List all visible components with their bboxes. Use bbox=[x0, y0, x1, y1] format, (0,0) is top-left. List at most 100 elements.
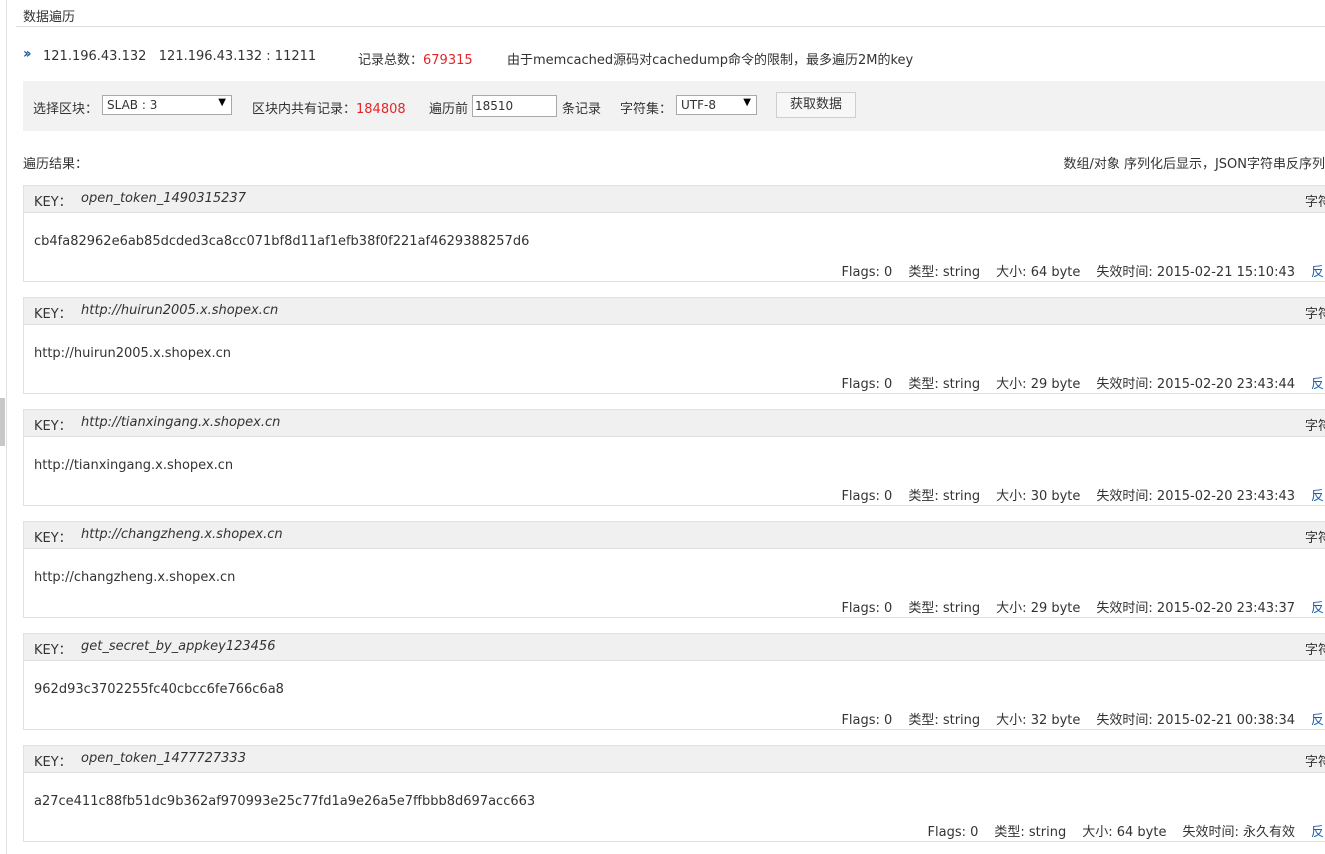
size-field: 大小: 30 byte bbox=[996, 489, 1080, 504]
size-label: 大小: bbox=[996, 265, 1031, 280]
fetch-data-button[interactable]: 获取数据 bbox=[776, 92, 856, 118]
flags-field: Flags: 0 bbox=[841, 489, 892, 504]
result-card-header: KEY： http://tianxingang.x.shopex.cn 字符 bbox=[24, 410, 1325, 437]
type-field: 类型: string bbox=[908, 489, 980, 504]
key-name: http://tianxingang.x.shopex.cn bbox=[81, 415, 281, 430]
result-card: KEY： http://changzheng.x.shopex.cn 字符 ht… bbox=[23, 521, 1325, 618]
flags-value: 0 bbox=[970, 825, 979, 840]
traverse-count-input[interactable]: 18510 bbox=[472, 95, 557, 117]
key-label: KEY： bbox=[34, 531, 72, 546]
expire-label: 失效时间: bbox=[1096, 377, 1157, 392]
flags-label: Flags: bbox=[841, 377, 885, 392]
charset-label: 字符集： bbox=[620, 102, 673, 117]
flags-label: Flags: bbox=[927, 825, 971, 840]
slab-label: 选择区块： bbox=[33, 102, 99, 117]
key-label: KEY： bbox=[34, 419, 72, 434]
size-field: 大小: 64 byte bbox=[996, 265, 1080, 280]
result-card: KEY： http://huirun2005.x.shopex.cn 字符 ht… bbox=[23, 297, 1325, 394]
charset-link[interactable]: 字符 bbox=[1305, 639, 1325, 658]
type-label: 类型: bbox=[994, 825, 1029, 840]
size-value: 29 byte bbox=[1030, 377, 1081, 392]
type-field: 类型: string bbox=[908, 713, 980, 728]
slab-select[interactable]: SLAB : 3 ▼ bbox=[102, 95, 232, 115]
charset-select[interactable]: UTF-8 ▼ bbox=[676, 95, 757, 115]
key-meta: Flags: 0 类型: string 大小: 29 byte 失效时间: 2015-… bbox=[825, 373, 1324, 392]
type-label: 类型: bbox=[908, 713, 943, 728]
expire-value: 2015-02-20 23:43:43 bbox=[1156, 489, 1295, 504]
charset-link[interactable]: 字符 bbox=[1305, 415, 1325, 434]
key-value: http://huirun2005.x.shopex.cn bbox=[34, 346, 231, 361]
result-card-header: KEY： http://huirun2005.x.shopex.cn 字符 bbox=[24, 298, 1325, 325]
reverse-link[interactable]: 反 bbox=[1311, 261, 1324, 280]
flags-label: Flags: bbox=[841, 713, 885, 728]
type-value: string bbox=[942, 713, 981, 728]
type-field: 类型: string bbox=[994, 825, 1066, 840]
expire-field: 失效时间: 2015-02-20 23:43:43 bbox=[1096, 489, 1295, 504]
expire-field: 失效时间: 2015-02-20 23:43:44 bbox=[1096, 377, 1295, 392]
size-field: 大小: 64 byte bbox=[1082, 825, 1166, 840]
size-field: 大小: 29 byte bbox=[996, 377, 1080, 392]
key-name: http://huirun2005.x.shopex.cn bbox=[81, 303, 279, 318]
charset-link[interactable]: 字符 bbox=[1305, 527, 1325, 546]
total-records: 记录总数：679315 bbox=[358, 49, 473, 68]
reverse-link[interactable]: 反 bbox=[1311, 373, 1324, 392]
flags-value: 0 bbox=[884, 265, 893, 280]
charset-select-value: UTF-8 bbox=[681, 98, 716, 112]
dropdown-arrow-icon: ▼ bbox=[743, 97, 751, 108]
total-records-label: 记录总数： bbox=[358, 53, 424, 68]
key-name: open_token_1477727333 bbox=[81, 751, 246, 766]
block-records-value: 184808 bbox=[356, 102, 406, 117]
key-value: http://changzheng.x.shopex.cn bbox=[34, 570, 236, 585]
expire-label: 失效时间: bbox=[1182, 825, 1243, 840]
result-card-header: KEY： get_secret_by_appkey123456 字符 bbox=[24, 634, 1325, 661]
expire-value: 2015-02-21 15:10:43 bbox=[1156, 265, 1295, 280]
reverse-link[interactable]: 反 bbox=[1311, 709, 1324, 728]
expire-label: 失效时间: bbox=[1096, 713, 1157, 728]
size-field: 大小: 32 byte bbox=[996, 713, 1080, 728]
key-label: KEY： bbox=[34, 643, 72, 658]
key-value: a27ce411c88fb51dc9b362af970993e25c77fd1a… bbox=[34, 794, 536, 809]
size-label: 大小: bbox=[996, 713, 1031, 728]
dropdown-arrow-icon: ▼ bbox=[218, 97, 226, 108]
charset-link[interactable]: 字符 bbox=[1305, 191, 1325, 210]
size-value: 29 byte bbox=[1030, 601, 1081, 616]
block-records: 区块内共有记录：184808 bbox=[252, 98, 406, 117]
key-meta: Flags: 0 类型: string 大小: 32 byte 失效时间: 2015-… bbox=[825, 709, 1324, 728]
key-value: 962d93c3702255fc40cbcc6fe766c6a8 bbox=[34, 682, 284, 697]
reverse-link[interactable]: 反 bbox=[1311, 485, 1324, 504]
expire-label: 失效时间: bbox=[1096, 601, 1157, 616]
flags-value: 0 bbox=[884, 377, 893, 392]
type-label: 类型: bbox=[908, 601, 943, 616]
charset-link[interactable]: 字符 bbox=[1305, 303, 1325, 322]
expire-value: 2015-02-21 00:38:34 bbox=[1156, 713, 1295, 728]
results-label: 遍历结果： bbox=[23, 157, 89, 172]
query-toolbar: 选择区块： SLAB : 3 ▼ 区块内共有记录：184808 遍历前 1851… bbox=[23, 81, 1325, 131]
result-card: KEY： open_token_1477727333 字符 a27ce411c8… bbox=[23, 745, 1325, 842]
records-label: 条记录 bbox=[562, 102, 602, 117]
charset-link[interactable]: 字符 bbox=[1305, 751, 1325, 770]
flags-label: Flags: bbox=[841, 489, 885, 504]
flags-value: 0 bbox=[884, 601, 893, 616]
type-value: string bbox=[942, 601, 981, 616]
server-info-row: ›› 121.196.43.132 121.196.43.132 : 11211… bbox=[23, 46, 1313, 68]
key-meta: Flags: 0 类型: string 大小: 30 byte 失效时间: 2015-… bbox=[825, 485, 1324, 504]
key-label: KEY： bbox=[34, 195, 72, 210]
traverse-count-value: 18510 bbox=[475, 99, 514, 113]
panel-resize-handle[interactable] bbox=[0, 398, 5, 446]
size-value: 30 byte bbox=[1030, 489, 1081, 504]
results-hint: 数组/对象 序列化后显示，JSON字符串反序列 bbox=[1063, 157, 1325, 172]
type-value: string bbox=[942, 377, 981, 392]
key-name: open_token_1490315237 bbox=[81, 191, 246, 206]
reverse-link[interactable]: 反 bbox=[1311, 597, 1324, 616]
key-name: http://changzheng.x.shopex.cn bbox=[81, 527, 283, 542]
size-label: 大小: bbox=[996, 489, 1031, 504]
flags-label: Flags: bbox=[841, 601, 885, 616]
size-value: 64 byte bbox=[1116, 825, 1167, 840]
type-label: 类型: bbox=[908, 377, 943, 392]
page-title: 数据遍历 bbox=[23, 10, 76, 25]
traverse-label: 遍历前 bbox=[429, 102, 469, 117]
reverse-link[interactable]: 反 bbox=[1311, 821, 1324, 840]
key-value: cb4fa82962e6ab85dcded3ca8cc071bf8d11af1e… bbox=[34, 234, 530, 249]
slab-select-value: SLAB : 3 bbox=[107, 98, 158, 112]
size-value: 64 byte bbox=[1030, 265, 1081, 280]
